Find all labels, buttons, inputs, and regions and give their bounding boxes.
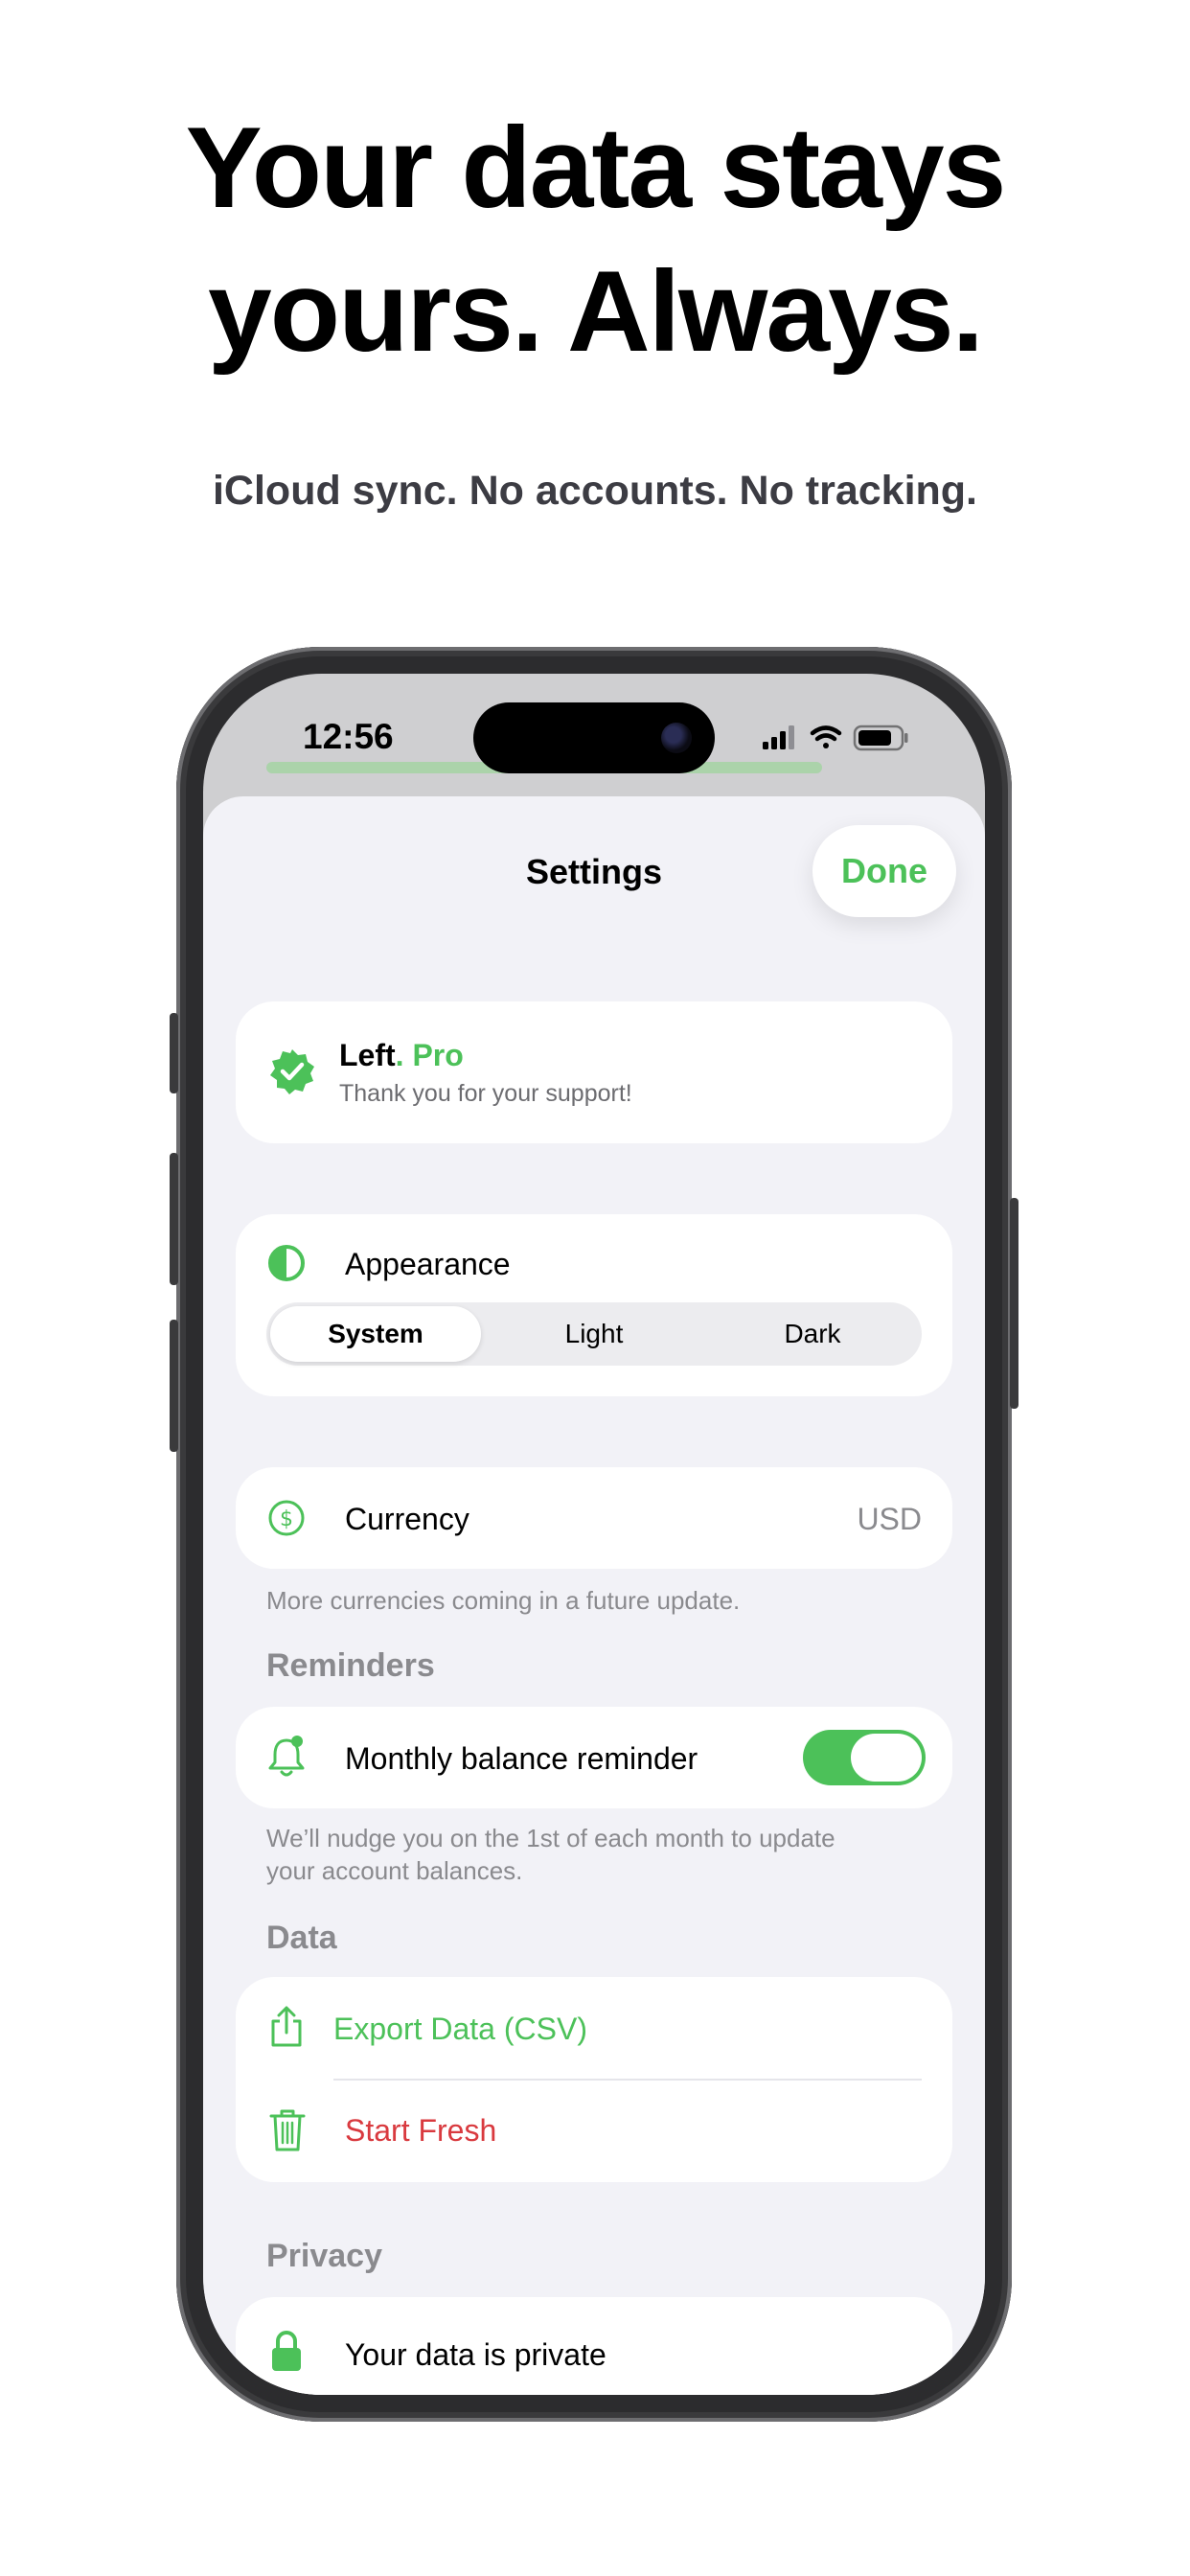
currency-card[interactable]: $ Currency USD [236,1467,952,1569]
start-fresh-label: Start Fresh [345,2113,497,2148]
reminder-toggle[interactable] [803,1730,926,1785]
reminders-header: Reminders [266,1647,435,1684]
pro-brand: Left [339,1038,396,1072]
pro-subtitle: Thank you for your support! [339,1080,632,1107]
share-icon [271,2006,302,2047]
lock-icon [272,2331,301,2371]
data-header: Data [266,1920,337,1956]
trash-icon [269,2109,306,2151]
segment-dark[interactable]: Dark [703,1302,922,1366]
privacy-header: Privacy [266,2238,382,2274]
privacy-card: Your data is private [236,2297,952,2395]
camera-icon [661,723,692,753]
segment-light[interactable]: Light [485,1302,703,1366]
volume-up-button [170,1153,178,1285]
headline-line-2: yours. Always. [208,247,984,376]
cellular-signal-icon [763,725,794,749]
reminder-footnote: We’ll nudge you on the 1st of each month… [266,1822,835,1887]
currency-footnote: More currencies coming in a future updat… [266,1586,741,1615]
segment-system[interactable]: System [266,1302,485,1366]
marketing-subline: iCloud sync. No accounts. No tracking. [212,468,978,514]
half-circle-icon [268,1245,305,1281]
privacy-label: Your data is private [345,2337,606,2372]
power-button [1010,1198,1018,1409]
currency-value: USD [857,1502,922,1536]
start-fresh-row[interactable]: Start Fresh [236,2081,952,2182]
settings-sheet: Settings Done Left. Pro Thank you for yo… [203,796,985,2395]
reminder-footnote-line-1: We’ll nudge you on the 1st of each month… [266,1824,835,1852]
reminder-label: Monthly balance reminder [345,1741,698,1776]
pro-dot: . [395,1038,404,1072]
svg-text:$: $ [280,1507,293,1531]
wifi-icon [810,725,842,748]
headline-line-1: Your data stays [185,104,1007,232]
done-button[interactable]: Done [812,825,956,917]
data-card: Export Data (CSV) Start Fresh [236,1977,952,2182]
appearance-segmented-control[interactable]: System Light Dark [266,1302,922,1366]
verified-badge-icon [270,1049,314,1094]
export-row[interactable]: Export Data (CSV) [236,1977,952,2079]
pro-card: Left. Pro Thank you for your support! [236,1001,952,1143]
pro-tier: Pro [412,1038,464,1072]
toggle-knob [851,1734,922,1782]
pro-title: Left. Pro [339,1038,464,1073]
battery-icon [853,724,908,751]
volume-down-button [170,1320,178,1452]
bell-icon [268,1736,305,1777]
appearance-label: Appearance [345,1247,511,1281]
status-time: 12:56 [303,717,394,756]
dynamic-island [473,702,715,773]
reminder-footnote-line-2: your account balances. [266,1856,523,1885]
currency-label: Currency [345,1502,469,1536]
reminder-card: Monthly balance reminder [236,1707,952,1808]
appearance-card: Appearance System Light Dark [236,1214,952,1396]
status-icons [763,723,921,753]
marketing-headline: Your data stays yours. Always. [0,96,1190,383]
export-label: Export Data (CSV) [333,2012,587,2046]
dollar-circle-icon: $ [268,1500,305,1536]
action-button [170,1013,178,1093]
